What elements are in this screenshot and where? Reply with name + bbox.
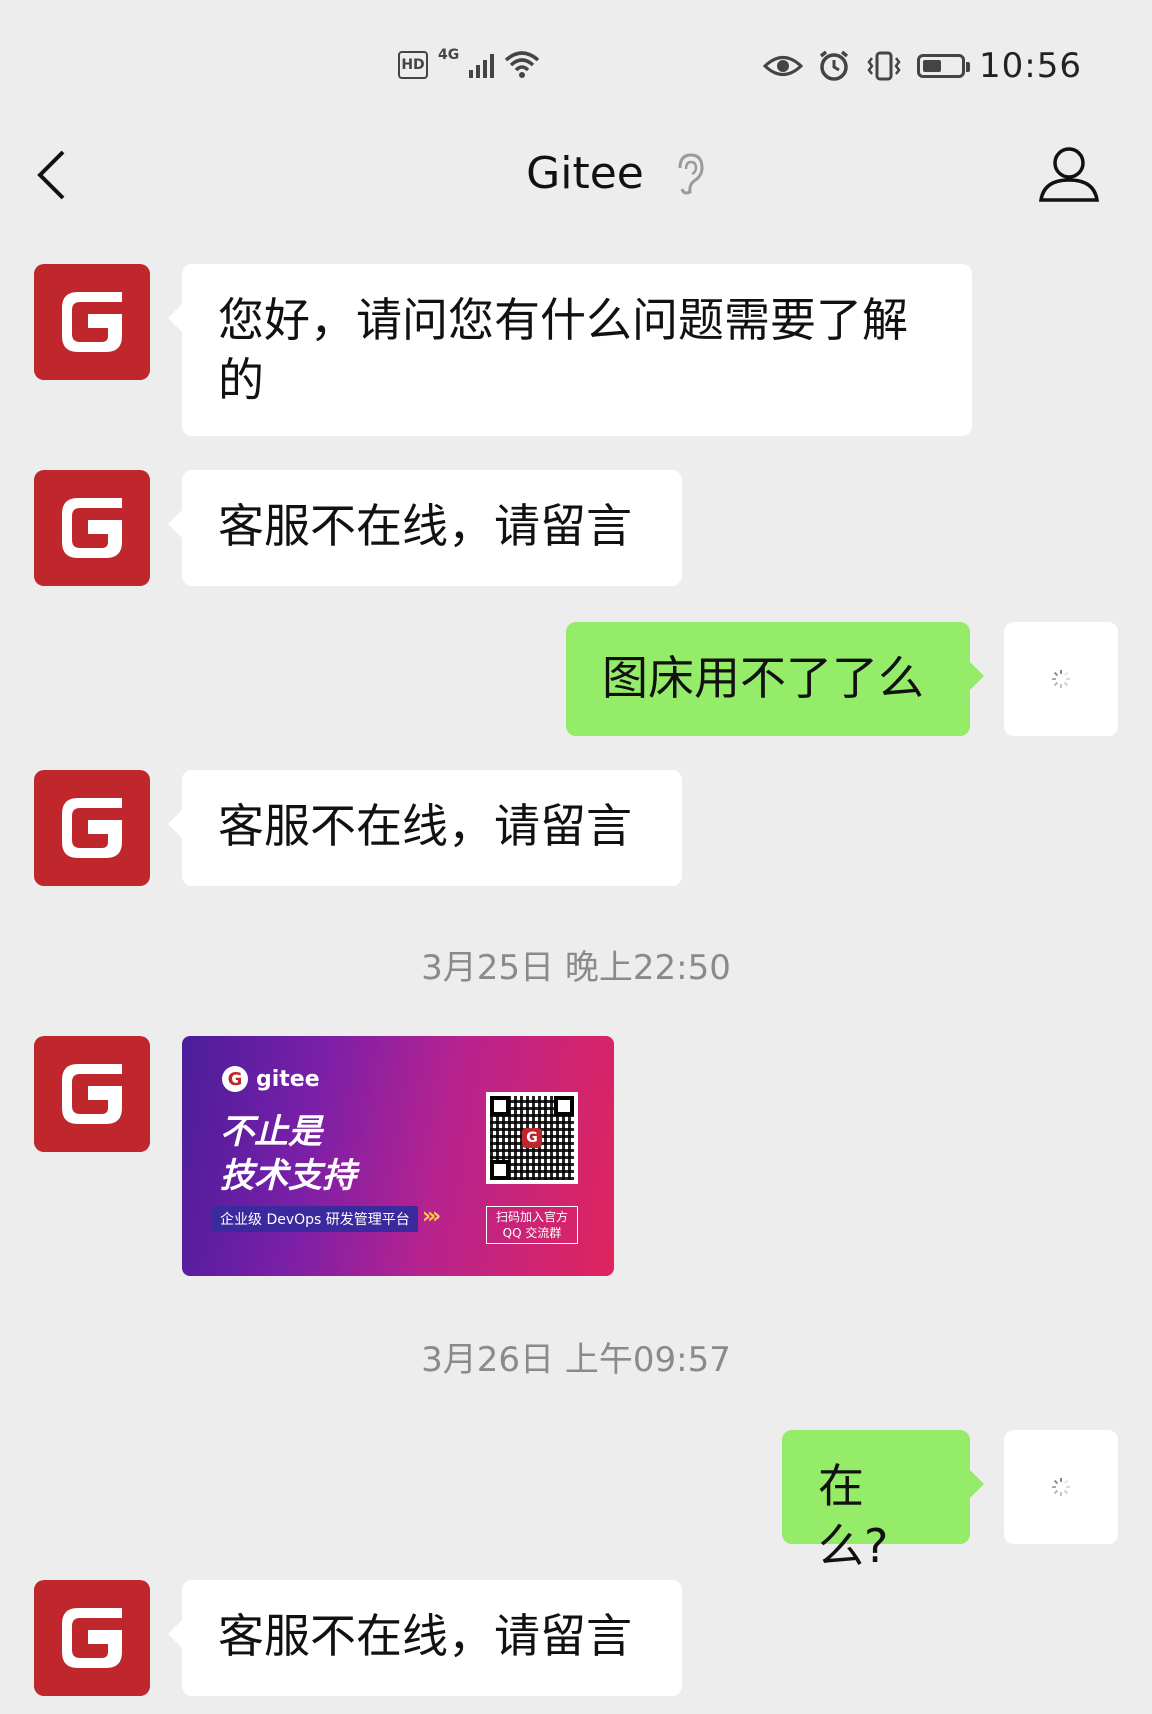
message-bubble-incoming[interactable]: 客服不在线，请留言 — [168, 770, 682, 886]
gitee-avatar[interactable] — [34, 264, 150, 380]
gitee-avatar[interactable] — [34, 1036, 150, 1152]
message-bubble-incoming[interactable]: 客服不在线，请留言 — [168, 1580, 682, 1696]
loading-spinner-icon — [1052, 670, 1070, 688]
card-brand: G gitee — [222, 1066, 320, 1092]
gitee-logo-icon: G — [522, 1128, 542, 1148]
card-headline: 不止是 技术支持 — [220, 1110, 356, 1198]
status-bar-left: HD 4G — [398, 47, 540, 80]
card-headline-line-1: 不止是 — [220, 1112, 322, 1152]
message-bubble-incoming[interactable]: 客服不在线，请留言 — [168, 470, 682, 586]
gitee-logo-icon — [62, 292, 122, 352]
battery-icon — [917, 54, 971, 78]
qr-code: G — [486, 1092, 578, 1184]
image-message-card[interactable]: G gitee 不止是 技术支持 企业级 DevOps 研发管理平台 ››› G… — [182, 1036, 614, 1276]
chat-title: Gitee — [526, 148, 644, 199]
status-time: 10:56 — [979, 46, 1082, 86]
message-text: 在么? — [818, 1459, 889, 1573]
gitee-logo-icon — [62, 498, 122, 558]
chat-timestamp: 3月25日 晚上22:50 — [421, 948, 731, 988]
message-text: 客服不在线，请留言 — [218, 1609, 632, 1663]
chevrons-right-icon: ››› — [422, 1204, 441, 1229]
status-bar-right: 10:56 — [763, 46, 1082, 86]
message-bubble-outgoing[interactable]: 图床用不了了么 — [566, 622, 984, 736]
gitee-avatar[interactable] — [34, 470, 150, 586]
qr-caption: 扫码加入官方 QQ 交流群 — [486, 1206, 578, 1244]
message-bubble-outgoing[interactable]: 在么? — [782, 1430, 984, 1573]
my-avatar[interactable] — [1004, 622, 1118, 736]
qr-caption-line-1: 扫码加入官方 — [495, 1210, 568, 1224]
chat-timestamp: 3月26日 上午09:57 — [421, 1340, 731, 1380]
my-avatar[interactable] — [1004, 1430, 1118, 1544]
gitee-avatar[interactable] — [34, 1580, 150, 1696]
loading-spinner-icon — [1052, 1478, 1070, 1496]
wifi-icon — [505, 51, 540, 78]
profile-icon — [1038, 147, 1100, 202]
earpiece-icon — [678, 152, 704, 194]
message-bubble-incoming[interactable]: 您好，请问您有什么问题需要了解的 — [168, 264, 972, 436]
gitee-logo-icon — [62, 1064, 122, 1124]
card-headline-line-2: 技术支持 — [220, 1156, 356, 1196]
gitee-logo-icon — [62, 1608, 122, 1668]
message-text: 您好，请问您有什么问题需要了解的 — [218, 293, 908, 407]
battery-fill — [923, 60, 942, 72]
message-text: 图床用不了了么 — [602, 651, 924, 705]
vibrate-icon — [867, 51, 901, 81]
eye-icon — [763, 56, 804, 76]
chat-header: Gitee — [0, 148, 1152, 199]
gitee-avatar[interactable] — [34, 770, 150, 886]
gitee-logo-icon — [62, 798, 122, 858]
signal-icon — [469, 52, 495, 78]
message-text: 客服不在线，请留言 — [218, 799, 632, 853]
chat-info-button[interactable] — [1038, 144, 1108, 214]
card-brand-name: gitee — [256, 1066, 320, 1092]
message-text: 客服不在线，请留言 — [218, 499, 632, 553]
network-type-label: 4G — [438, 47, 460, 63]
card-tagline: 企业级 DevOps 研发管理平台 — [212, 1206, 418, 1232]
alarm-icon — [819, 50, 849, 81]
gitee-logo-icon: G — [222, 1066, 248, 1092]
hd-icon: HD — [398, 51, 428, 79]
qr-caption-line-2: QQ 交流群 — [502, 1226, 562, 1240]
